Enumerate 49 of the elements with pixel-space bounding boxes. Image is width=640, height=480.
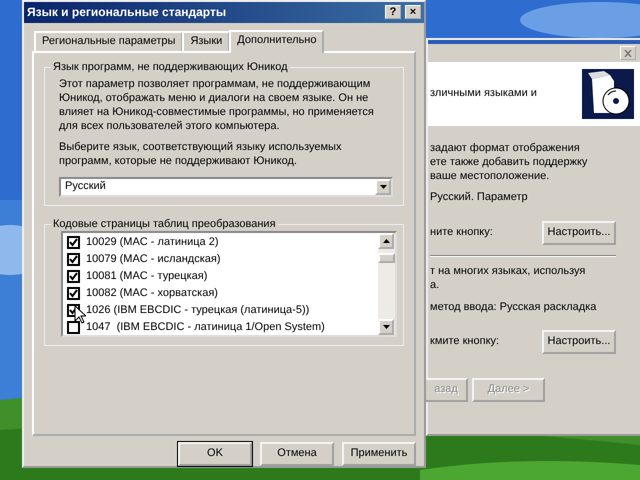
customize-button[interactable]: Настроить... — [542, 221, 616, 245]
text-line: ваше местоположение. — [430, 170, 550, 184]
list-item[interactable]: 10079 (MAC - исландская) — [63, 251, 378, 268]
close-button[interactable]: × — [405, 5, 421, 20]
item-label: 1047 (IBM EBCDIC - латиница 1/Open System) — [86, 320, 325, 334]
tab[interactable]: Языки — [182, 31, 230, 52]
checkbox[interactable] — [67, 253, 80, 266]
banner-text: зличными языками и — [430, 87, 537, 101]
close-icon — [624, 50, 632, 56]
text-line: метод ввода: Русская раскладка — [430, 300, 598, 314]
customize-button[interactable]: Настроить... — [542, 330, 616, 354]
item-label: 10079 (MAC - исландская) — [86, 252, 220, 266]
window-title: Язык и региональные стандарты — [27, 4, 226, 20]
description-text: Выберите язык, соответствующий языку используемых программ, которые не поддерживают Юникод. — [59, 141, 342, 169]
mouse-cursor-icon — [74, 305, 86, 324]
instruction-text: ните кнопку: — [430, 226, 493, 240]
checkbox[interactable] — [67, 287, 80, 300]
item-label: 10081 (MAC - турецкая) — [86, 270, 208, 284]
cancel-button[interactable]: Отмена — [260, 442, 334, 466]
scroll-thumb[interactable] — [378, 253, 395, 264]
software-box-icon — [582, 69, 634, 119]
text-line: задают формат отображения — [430, 142, 581, 156]
list-item[interactable]: 10082 (MAC - хорватская) — [63, 285, 378, 302]
text-line: Русский. Параметр — [430, 191, 529, 205]
text-line: а. — [430, 278, 440, 292]
item-label: 10029 (MAC - латиница 2) — [86, 236, 218, 250]
help-button[interactable]: ? — [385, 5, 401, 20]
list-item[interactable]: 1047 (IBM EBCDIC - латиница 1/Open System) — [63, 319, 378, 336]
description-text: Этот параметр позволяет программам, не поддерживающим Юникод, отображать меню и диалоги на своем языке. Он не влияет на Юникод-совместимые программы, но применяется для всех пользователей этого компьютера. — [59, 78, 375, 134]
list-item[interactable]: 10029 (MAC - латиница 2) — [63, 234, 378, 252]
item-label: 10082 (MAC - хорватская) — [86, 286, 218, 300]
instruction-text: кмите кнопку: — [430, 335, 500, 350]
group-label: Кодовые страницы таблиц преобразования — [52, 218, 277, 232]
close-button[interactable] — [620, 46, 636, 60]
group-label: Язык программ, не поддерживающих Юникод — [52, 61, 288, 74]
item-label: 1026 (IBM EBCDIC - турецкая (латиница-5)) — [86, 304, 310, 318]
apply-button[interactable]: Применить — [342, 442, 416, 466]
checkbox[interactable] — [67, 321, 80, 334]
ok-button[interactable]: OK — [178, 442, 252, 466]
checkbox[interactable] — [67, 270, 80, 284]
checkbox[interactable] — [67, 236, 80, 250]
language-dropdown[interactable]: Русский — [59, 176, 393, 197]
tab[interactable]: Дополнительно — [229, 30, 324, 54]
list-item[interactable]: 10081 (MAC - турецкая) — [63, 268, 378, 286]
selected-value: Русский — [64, 180, 106, 194]
tab[interactable]: Региональные параметры — [34, 31, 184, 52]
text-line: ете также добавить поддержку — [430, 156, 588, 170]
scrollbar[interactable] — [378, 233, 395, 336]
text-line: т на многих языках, используя — [430, 265, 586, 279]
